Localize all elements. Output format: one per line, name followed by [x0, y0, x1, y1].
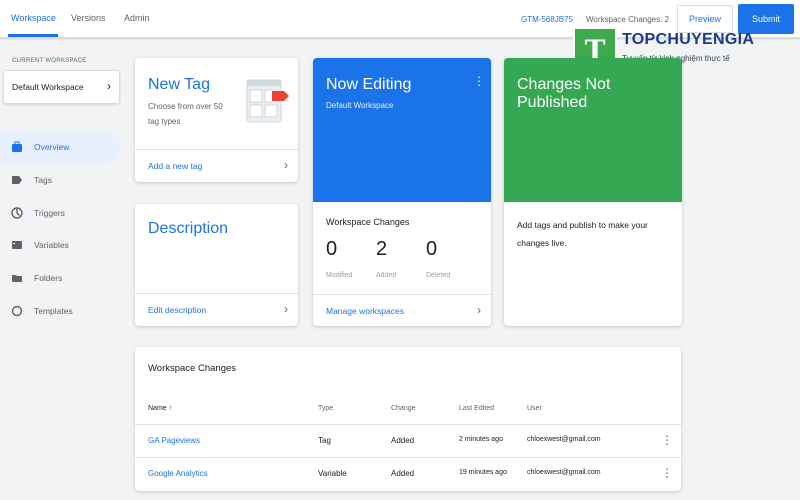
row-type: Variable — [318, 469, 347, 478]
column-header-name[interactable]: Name ↑ — [148, 405, 172, 412]
deleted-count: 0 — [426, 238, 438, 260]
workspace-changes-table-title: Workspace Changes — [148, 363, 237, 374]
edit-description-link[interactable]: Edit description — [148, 305, 206, 315]
added-label: Added — [376, 272, 397, 279]
new-tag-card: New Tag Choose from over 50 tag types Ad… — [135, 58, 298, 182]
more-vert-icon[interactable]: ⋮ — [661, 433, 673, 447]
briefcase-icon — [12, 141, 22, 152]
row-change: Added — [391, 436, 415, 445]
new-tag-title: New Tag — [148, 76, 210, 93]
sidebar-item-templates[interactable]: Templates — [0, 295, 121, 327]
tab-admin[interactable]: Admin — [124, 13, 150, 23]
column-header-type: Type — [318, 405, 334, 412]
publish-hint-line1: Add tags and publish to make your — [517, 220, 648, 230]
column-header-last-edited: Last Edited — [459, 405, 495, 412]
now-editing-card: Now Editing Default Workspace ⋮ Workspac… — [313, 58, 491, 326]
description-card: Description Edit description › — [135, 204, 298, 326]
sidebar-item-overview[interactable]: Overview — [0, 131, 121, 163]
sidebar-item-label: Templates — [34, 306, 73, 316]
chevron-right-icon: › — [284, 158, 288, 172]
container-id-link[interactable]: GTM-568JB75 — [521, 15, 573, 24]
changes-not-published-title: Changes Not Published — [517, 76, 611, 111]
active-tab-indicator — [8, 34, 58, 37]
publish-hint-line2: changes live. — [517, 238, 567, 248]
row-user: chloexwest@gmail.com — [527, 469, 601, 476]
tab-workspace[interactable]: Workspace — [11, 13, 56, 23]
modified-label: Modified — [326, 272, 353, 279]
sidebar-item-label: Triggers — [34, 208, 65, 218]
new-tag-subtitle-line1: Choose from over 50 — [148, 102, 223, 111]
add-new-tag-row[interactable]: Add a new tag › — [135, 149, 298, 182]
row-name-link[interactable]: Google Analytics — [148, 469, 208, 478]
folder-icon — [12, 275, 22, 282]
trigger-icon — [11, 207, 23, 219]
modified-count: 0 — [326, 238, 338, 260]
templates-icon — [11, 305, 23, 317]
row-name-link[interactable]: GA Pageviews — [148, 436, 200, 445]
sidebar-item-label: Folders — [34, 273, 63, 283]
watermark-title: TOPCHUYENGIA — [622, 31, 755, 48]
sidebar-item-folders[interactable]: Folders — [0, 262, 121, 294]
add-new-tag-link[interactable]: Add a new tag — [148, 161, 202, 171]
chevron-right-icon: › — [284, 302, 288, 316]
variables-icon — [12, 241, 22, 249]
row-last-edited: 2 minutes ago — [459, 436, 503, 443]
chevron-right-icon: › — [477, 303, 481, 317]
row-change: Added — [391, 469, 415, 478]
edit-description-row[interactable]: Edit description › — [135, 293, 298, 326]
sidebar-item-label: Variables — [34, 240, 69, 250]
sidebar-item-label: Tags — [34, 175, 52, 185]
row-last-edited: 19 minutes ago — [459, 469, 507, 476]
column-header-change: Change — [391, 405, 416, 412]
changes-not-published-card: Changes Not Published Add tags and publi… — [504, 58, 682, 326]
manage-workspaces-link[interactable]: Manage workspaces — [326, 306, 404, 316]
table-row[interactable]: GA Pageviews Tag Added 2 minutes ago chl… — [135, 424, 681, 457]
added-count: 2 — [376, 238, 388, 260]
sidebar-item-tags[interactable]: Tags — [0, 164, 121, 196]
now-editing-workspace: Default Workspace — [326, 101, 394, 110]
workspace-selector[interactable]: Default Workspace › — [3, 70, 120, 104]
current-workspace-label: CURRENT WORKSPACE — [12, 58, 87, 64]
table-row[interactable]: Google Analytics Variable Added 19 minut… — [135, 457, 681, 490]
sidebar-item-triggers[interactable]: Triggers — [0, 197, 121, 229]
manage-workspaces-row[interactable]: Manage workspaces › — [313, 294, 491, 326]
row-user: chloexwest@gmail.com — [527, 436, 601, 443]
sidebar-item-label: Overview — [34, 142, 70, 152]
deleted-label: Deleted — [426, 272, 451, 279]
description-title: Description — [148, 220, 229, 237]
now-editing-title: Now Editing — [326, 76, 412, 93]
tag-illustration-icon — [246, 79, 289, 123]
row-type: Tag — [318, 436, 331, 445]
tag-icon — [12, 176, 22, 184]
column-header-user: User — [527, 405, 542, 412]
workspace-changes-count: Workspace Changes: 2 — [586, 15, 670, 24]
more-vert-icon[interactable]: ⋮ — [473, 74, 485, 88]
workspace-name: Default Workspace — [12, 82, 84, 92]
chevron-right-icon: › — [107, 79, 111, 93]
sidebar-item-variables[interactable]: Variables — [0, 229, 121, 261]
workspace-changes-table-card: Workspace Changes Name ↑ Type Change Las… — [135, 347, 681, 491]
more-vert-icon[interactable]: ⋮ — [661, 466, 673, 480]
new-tag-subtitle-line2: tag types — [148, 117, 181, 126]
workspace-changes-heading: Workspace Changes — [326, 217, 410, 227]
tab-versions[interactable]: Versions — [71, 13, 106, 23]
